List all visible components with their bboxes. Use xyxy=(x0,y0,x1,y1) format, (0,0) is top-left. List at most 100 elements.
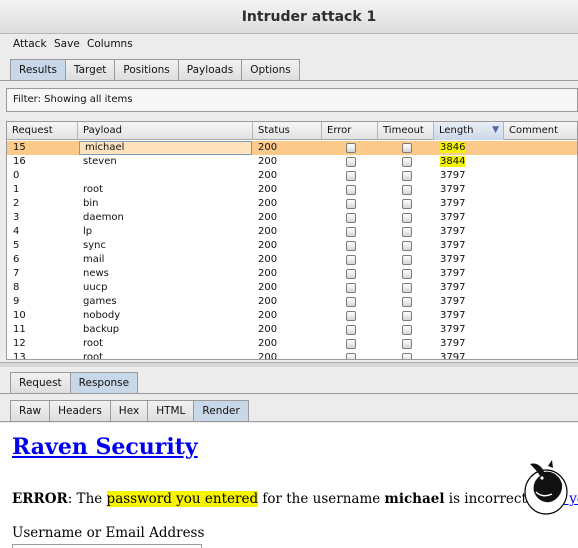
error-checkbox[interactable] xyxy=(346,325,356,335)
username-field[interactable] xyxy=(12,544,202,548)
timeout-checkbox[interactable] xyxy=(402,157,412,167)
timeout-checkbox[interactable] xyxy=(402,199,412,209)
cell-length-value: 3844 xyxy=(440,156,466,167)
cell-request: 7 xyxy=(13,267,73,281)
tab-request[interactable]: Request xyxy=(10,372,71,393)
error-checkbox[interactable] xyxy=(346,143,356,153)
table-row[interactable]: 10 nobody 200 3797 xyxy=(7,309,577,323)
timeout-checkbox[interactable] xyxy=(402,353,412,359)
timeout-checkbox[interactable] xyxy=(402,185,412,195)
raven-logo-icon xyxy=(524,460,568,515)
table-header: Request Payload Status Error Timeout Len… xyxy=(7,122,577,140)
tab-html[interactable]: HTML xyxy=(148,400,195,421)
error-checkbox[interactable] xyxy=(346,241,356,251)
timeout-checkbox[interactable] xyxy=(402,143,412,153)
timeout-checkbox[interactable] xyxy=(402,297,412,307)
timeout-checkbox[interactable] xyxy=(402,311,412,321)
error-checkbox[interactable] xyxy=(346,283,356,293)
cell-payload: backup xyxy=(83,323,251,337)
column-length[interactable]: Length ▼ xyxy=(434,122,504,140)
site-title-link[interactable]: Raven Security xyxy=(12,434,198,460)
table-row[interactable]: 13 root 200 3797 xyxy=(7,351,577,360)
cell-length: 3797 xyxy=(440,337,500,351)
column-request[interactable]: Request xyxy=(7,122,78,140)
cell-status: 200 xyxy=(258,253,318,267)
error-checkbox[interactable] xyxy=(346,213,356,223)
table-row[interactable]: 5 sync 200 3797 xyxy=(7,239,577,253)
timeout-checkbox[interactable] xyxy=(402,171,412,181)
cell-length: 3797 xyxy=(440,253,500,267)
table-row[interactable]: 8 uucp 200 3797 xyxy=(7,281,577,295)
table-row[interactable]: 9 games 200 3797 xyxy=(7,295,577,309)
error-checkbox[interactable] xyxy=(346,311,356,321)
tab-options[interactable]: Options xyxy=(242,59,300,80)
timeout-checkbox[interactable] xyxy=(402,241,412,251)
table-row[interactable]: 3 daemon 200 3797 xyxy=(7,211,577,225)
cell-request-value: 3 xyxy=(13,212,20,223)
menu-save[interactable]: Save xyxy=(54,38,80,50)
timeout-checkbox[interactable] xyxy=(402,339,412,349)
menu-attack[interactable]: Attack xyxy=(13,38,47,50)
timeout-checkbox[interactable] xyxy=(402,325,412,335)
tab-payloads[interactable]: Payloads xyxy=(178,59,243,80)
table-row[interactable]: 7 news 200 3797 xyxy=(7,267,577,281)
error-checkbox[interactable] xyxy=(346,353,356,359)
table-row[interactable]: 11 backup 200 3797 xyxy=(7,323,577,337)
cell-payload: michael xyxy=(79,141,252,155)
tab-raw[interactable]: Raw xyxy=(10,400,51,421)
table-row[interactable]: 16 steven 200 3844 xyxy=(7,155,577,169)
cell-payload: daemon xyxy=(83,211,251,225)
cell-length: 3797 xyxy=(440,225,500,239)
table-row[interactable]: 6 mail 200 3797 xyxy=(7,253,577,267)
error-checkbox[interactable] xyxy=(346,255,356,265)
table-row[interactable]: 0 200 3797 xyxy=(7,169,577,183)
cell-request-value: 1 xyxy=(13,184,20,195)
timeout-checkbox[interactable] xyxy=(402,213,412,223)
tab-results[interactable]: Results xyxy=(10,59,66,80)
menu-columns[interactable]: Columns xyxy=(87,38,133,50)
error-text-pre: : The xyxy=(67,491,107,507)
error-checkbox[interactable] xyxy=(346,199,356,209)
cell-request: 16 xyxy=(13,155,73,169)
cell-length: 3797 xyxy=(440,183,500,197)
timeout-checkbox[interactable] xyxy=(402,255,412,265)
tab-target[interactable]: Target xyxy=(65,59,116,80)
column-comment[interactable]: Comment xyxy=(504,122,577,140)
error-checkbox[interactable] xyxy=(346,269,356,279)
timeout-checkbox[interactable] xyxy=(402,269,412,279)
cell-length-value: 3797 xyxy=(440,352,466,360)
cell-payload-value: nobody xyxy=(83,310,121,321)
error-checkbox[interactable] xyxy=(346,297,356,307)
table-row[interactable]: 1 root 200 3797 xyxy=(7,183,577,197)
error-checkbox[interactable] xyxy=(346,227,356,237)
tab-positions[interactable]: Positions xyxy=(115,59,179,80)
tab-headers[interactable]: Headers xyxy=(50,400,111,421)
filter-bar[interactable]: Filter: Showing all items xyxy=(6,88,578,112)
timeout-checkbox[interactable] xyxy=(402,283,412,293)
table-row[interactable]: 12 root 200 3797 xyxy=(7,337,577,351)
tab-response[interactable]: Response xyxy=(70,372,139,393)
error-checkbox[interactable] xyxy=(346,339,356,349)
cell-payload: uucp xyxy=(83,281,251,295)
error-checkbox[interactable] xyxy=(346,185,356,195)
table-row[interactable]: 2 bin 200 3797 xyxy=(7,197,577,211)
column-status[interactable]: Status xyxy=(253,122,322,140)
error-checkbox[interactable] xyxy=(346,171,356,181)
cell-request: 15 xyxy=(13,141,73,155)
column-error[interactable]: Error xyxy=(322,122,378,140)
split-pane-divider[interactable] xyxy=(0,362,578,367)
timeout-checkbox[interactable] xyxy=(402,227,412,237)
error-checkbox[interactable] xyxy=(346,157,356,167)
cell-payload-value: root xyxy=(83,352,104,360)
column-payload[interactable]: Payload xyxy=(78,122,253,140)
tab-render[interactable]: Render xyxy=(194,400,249,421)
column-timeout[interactable]: Timeout xyxy=(378,122,434,140)
window-title: Intruder attack 1 xyxy=(241,9,377,25)
cell-payload: root xyxy=(83,183,251,197)
table-row[interactable]: 4 lp 200 3797 xyxy=(7,225,577,239)
cell-status-value: 200 xyxy=(258,282,278,293)
tab-hex[interactable]: Hex xyxy=(110,400,149,421)
cell-payload-value: lp xyxy=(83,226,93,237)
table-row[interactable]: 15 michael 200 3846 xyxy=(7,141,577,155)
cell-payload-value: uucp xyxy=(83,282,108,293)
